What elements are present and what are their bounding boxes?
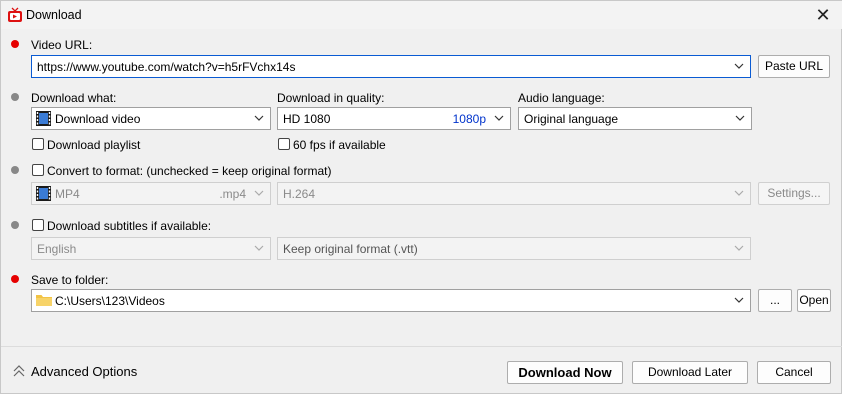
download-playlist-label: Download playlist [47, 138, 141, 152]
folder-icon [36, 295, 52, 306]
save-folder-select[interactable]: C:\Users\123\Videos [31, 289, 751, 312]
film-icon [36, 186, 51, 201]
app-tv-icon [8, 7, 22, 22]
footer-divider [1, 346, 842, 347]
settings-button[interactable]: Settings... [758, 182, 830, 205]
advanced-options-toggle[interactable]: Advanced Options [11, 363, 151, 381]
double-chevron-up-icon [13, 365, 25, 377]
film-icon [36, 111, 51, 126]
download-dialog: Download ✕ Video URL: https://www.youtub… [0, 0, 842, 394]
chevron-down-icon[interactable] [734, 59, 744, 73]
advanced-options-label: Advanced Options [31, 364, 138, 379]
save-folder-label: Save to folder: [31, 273, 109, 287]
convert-checkbox[interactable] [32, 164, 44, 176]
download-what-select[interactable]: Download video [31, 107, 271, 130]
browse-button[interactable]: ... [758, 289, 792, 312]
fps-checkbox[interactable] [278, 138, 290, 150]
title-bar[interactable]: Download ✕ [1, 1, 842, 29]
chevron-down-icon[interactable] [254, 111, 264, 125]
video-url-label: Video URL: [31, 38, 93, 52]
chevron-down-icon[interactable] [734, 241, 744, 255]
download-later-button[interactable]: Download Later [632, 361, 748, 384]
chevron-down-icon[interactable] [254, 186, 264, 200]
subtitle-language-select[interactable]: English [31, 237, 271, 260]
convert-codec-select[interactable]: H.264 [277, 182, 751, 205]
required-dot [11, 40, 19, 48]
close-icon[interactable]: ✕ [813, 5, 833, 25]
subtitles-label: Download subtitles if available: [47, 219, 212, 233]
quality-select[interactable]: HD 1080 1080p [277, 107, 511, 130]
chevron-down-icon[interactable] [734, 186, 744, 200]
required-dot [11, 275, 19, 283]
quality-badge: 1080p [452, 112, 486, 126]
chevron-down-icon[interactable] [735, 111, 745, 125]
optional-dot [11, 221, 19, 229]
fps-label: 60 fps if available [293, 138, 386, 152]
download-now-button[interactable]: Download Now [507, 361, 623, 384]
audio-language-select[interactable]: Original language [518, 107, 752, 130]
cancel-button[interactable]: Cancel [757, 361, 831, 384]
audio-language-label: Audio language: [518, 91, 605, 105]
convert-label: Convert to format: (unchecked = keep ori… [47, 164, 332, 178]
subtitles-checkbox[interactable] [32, 219, 44, 231]
quality-label: Download in quality: [277, 91, 385, 105]
download-playlist-checkbox[interactable] [32, 138, 44, 150]
window-title: Download [26, 8, 82, 22]
chevron-down-icon[interactable] [254, 241, 264, 255]
open-folder-button[interactable]: Open [797, 289, 831, 312]
chevron-down-icon[interactable] [734, 293, 744, 307]
chevron-down-icon[interactable] [494, 111, 504, 125]
subtitle-format-select[interactable]: Keep original format (.vtt) [277, 237, 751, 260]
convert-format-select[interactable]: MP4 .mp4 [31, 182, 271, 205]
optional-dot [11, 93, 19, 101]
paste-url-button[interactable]: Paste URL [758, 55, 830, 78]
optional-dot [11, 166, 19, 174]
video-url-input[interactable]: https://www.youtube.com/watch?v=h5rFVchx… [31, 55, 751, 78]
download-what-label: Download what: [31, 91, 117, 105]
